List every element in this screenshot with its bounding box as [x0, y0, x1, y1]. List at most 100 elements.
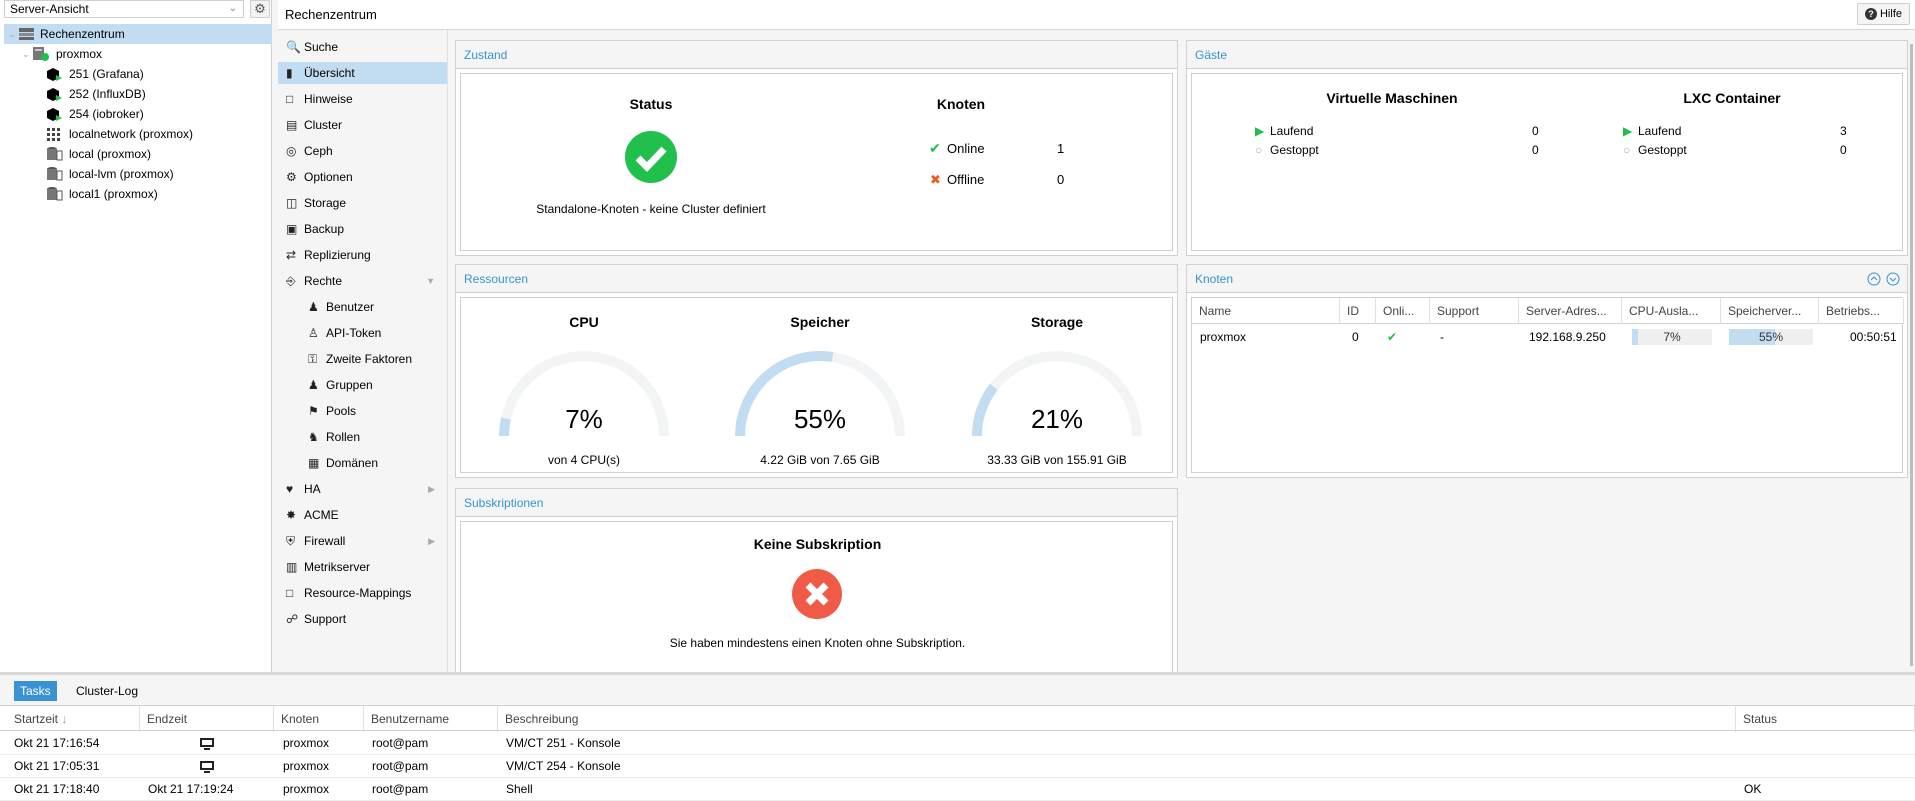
collapse-icon[interactable]: ⌄ [8, 24, 16, 44]
panel-title: Gäste [1187, 41, 1907, 69]
menu-item-backup[interactable]: ▣ Backup [278, 218, 447, 240]
node-support: - [1440, 330, 1444, 344]
collapse-icon[interactable]: ⌄ [22, 44, 30, 64]
menu-item-pools[interactable]: ⚑ Pools [278, 400, 447, 422]
cpu-usage-bar: 7% [1632, 329, 1712, 345]
user-icon: ♟ [308, 300, 319, 314]
column-header[interactable]: Betriebs... [1819, 298, 1904, 324]
tree-item-ct-254[interactable]: 254 (iobroker) [4, 104, 272, 124]
memory-gauge: Speicher 55% 4.22 GiB von 7.65 GiB [707, 298, 933, 472]
menu-item-übersicht[interactable]: ▮ Übersicht [278, 62, 447, 84]
nodes-grid: Name ID Onli... Support Server-Adres... … [1191, 297, 1904, 473]
table-row[interactable]: Okt 21 17:18:40 Okt 21 17:19:24 proxmox … [0, 778, 1915, 801]
menu-item-metrikserver[interactable]: ▥ Metrikserver [278, 556, 447, 578]
menu-item-resource-mappings[interactable]: □ Resource-Mappings [278, 582, 447, 604]
column-header[interactable]: Support [1430, 298, 1519, 324]
task-panel: Tasks Cluster-Log Startzeit ↓ Endzeit Kn… [0, 672, 1915, 801]
storage-gauge: Storage 21% 33.33 GiB von 155.91 GiB [944, 298, 1170, 472]
collapse-icon[interactable]: ▼ [426, 270, 435, 292]
menu-item-storage[interactable]: ◫ Storage [278, 192, 447, 214]
menu-item-optionen[interactable]: ⚙ Optionen [278, 166, 447, 188]
panel-title: Ressourcen [456, 265, 1177, 293]
menu-item-label: Gruppen [326, 378, 373, 392]
menu-item-domänen[interactable]: ▦ Domänen [278, 452, 447, 474]
expand-down-icon[interactable] [1886, 272, 1900, 286]
menu-item-replizierung[interactable]: ⇄ Replizierung [278, 244, 447, 266]
scrollbar[interactable] [1908, 40, 1915, 672]
task-end: Okt 21 17:19:24 [148, 782, 234, 796]
scrollbar-thumb[interactable] [1910, 44, 1913, 666]
table-row[interactable]: Okt 21 17:05:31 proxmox root@pam VM/CT 2… [0, 755, 1915, 778]
column-header[interactable]: Status [1736, 706, 1915, 732]
floppy-icon: ▣ [286, 222, 298, 236]
menu-item-api-token[interactable]: ♙ API-Token [278, 322, 447, 344]
table-row[interactable]: Okt 21 17:16:54 proxmox root@pam VM/CT 2… [0, 732, 1915, 755]
help-button[interactable]: ? Hilfe [1856, 3, 1910, 25]
subscription-heading: Keine Subskription [753, 536, 882, 552]
menu-item-firewall[interactable]: ⛨ Firewall ▶ [278, 530, 447, 552]
page-title: Rechenzentrum [285, 7, 377, 22]
menu-item-label: Rechte [304, 274, 343, 288]
menu-item-hinweise[interactable]: □ Hinweise [278, 88, 447, 110]
menu-item-cluster[interactable]: ▤ Cluster [278, 114, 447, 136]
column-header[interactable]: Benutzername [364, 706, 498, 732]
menu-item-suche[interactable]: 🔍 Suche [278, 36, 447, 58]
vm-running-count: 0 [1532, 124, 1539, 138]
menu-item-label: Storage [304, 196, 347, 210]
expand-up-icon[interactable] [1867, 272, 1881, 286]
gauge-title: CPU [569, 314, 599, 330]
column-header-start[interactable]: Startzeit ↓ [7, 706, 140, 732]
tab-cluster-log[interactable]: Cluster-Log [70, 681, 144, 701]
view-select-value: Server-Ansicht [10, 2, 89, 16]
menu-item-ceph[interactable]: ◎ Ceph [278, 140, 447, 162]
tree-item-storage-local1[interactable]: local1 (proxmox) [4, 184, 272, 204]
task-description: VM/CT 254 - Konsole [506, 759, 621, 773]
menu-item-acme[interactable]: ✸ ACME [278, 504, 447, 526]
menu-item-label: Übersicht [304, 66, 355, 80]
menu-item-rollen[interactable]: ♞ Rollen [278, 426, 447, 448]
tree-item-datacenter[interactable]: ⌄ Rechenzentrum [4, 24, 272, 44]
menu-item-label: Resource-Mappings [304, 586, 412, 600]
menu-item-zweite-faktoren[interactable]: ⚿ Zweite Faktoren [278, 348, 447, 370]
column-header[interactable]: Speicherver... [1721, 298, 1819, 324]
tree-item-ct-252[interactable]: 252 (InfluxDB) [4, 84, 272, 104]
task-status: OK [1744, 782, 1762, 796]
tree-item-network[interactable]: localnetwork (proxmox) [4, 124, 272, 144]
ceph-icon: ◎ [286, 144, 297, 158]
table-row[interactable]: proxmox 0 ✔ - 192.168.9.250 7% 55% 00:50… [1192, 325, 1904, 349]
menu-item-benutzer[interactable]: ♟ Benutzer [278, 296, 447, 318]
tree-item-label: 251 (Grafana) [69, 67, 144, 81]
panel-title: Knoten [1187, 265, 1907, 293]
column-header[interactable]: Onli... [1376, 298, 1430, 324]
lxc-stopped-count: 0 [1840, 143, 1847, 157]
node-address: 192.168.9.250 [1529, 330, 1606, 344]
column-header[interactable]: Beschreibung [498, 706, 1736, 732]
task-user: root@pam [372, 782, 429, 796]
column-header[interactable]: CPU-Ausla... [1622, 298, 1721, 324]
menu-item-label: Support [304, 612, 347, 626]
menu-item-ha[interactable]: ♥ HA ▶ [278, 478, 447, 500]
gauge-subtext: 33.33 GiB von 155.91 GiB [987, 453, 1127, 467]
view-select[interactable]: Server-Ansicht ⌄ [4, 0, 244, 18]
column-header[interactable]: ID [1340, 298, 1376, 324]
gear-icon[interactable]: ⚙ [250, 0, 270, 18]
column-header[interactable]: Endzeit [140, 706, 274, 732]
menu-item-gruppen[interactable]: ♟ Gruppen [278, 374, 447, 396]
tree-item-ct-251[interactable]: 251 (Grafana) [4, 64, 272, 84]
menu-item-support[interactable]: ☍ Support [278, 608, 447, 630]
tree-item-storage-local[interactable]: local (proxmox) [4, 144, 272, 164]
column-header[interactable]: Name [1192, 298, 1340, 324]
expand-icon[interactable]: ▶ [428, 478, 435, 500]
menu-item-rechte[interactable]: ⎆ Rechte ▼ [278, 270, 447, 292]
menu-item-label: Cluster [304, 118, 343, 132]
tree-item-node[interactable]: ⌄ proxmox [4, 44, 272, 64]
tree-item-storage-local-lvm[interactable]: local-lvm (proxmox) [4, 164, 272, 184]
tab-tasks[interactable]: Tasks [14, 681, 57, 701]
server-icon: ▤ [286, 118, 298, 132]
task-description: VM/CT 251 - Konsole [506, 736, 621, 750]
column-header[interactable]: Server-Adres... [1519, 298, 1622, 324]
vm-stopped-label: Gestoppt [1270, 143, 1319, 157]
check-circle-icon [625, 131, 677, 183]
column-header[interactable]: Knoten [274, 706, 364, 732]
expand-icon[interactable]: ▶ [428, 530, 435, 552]
